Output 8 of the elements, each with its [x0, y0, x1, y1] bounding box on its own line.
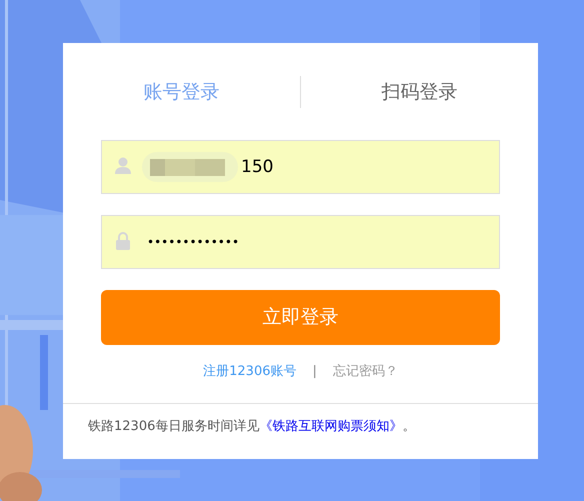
lock-icon: [115, 232, 131, 250]
user-icon: [115, 157, 131, 175]
service-notice: 铁路12306每日服务时间详见《铁路互联网购票须知》。: [88, 418, 416, 436]
login-tab[interactable]: 扫码登录: [301, 78, 538, 106]
notice-link[interactable]: 《铁路互联网购票须知》: [259, 418, 402, 434]
link-separator: |: [312, 363, 317, 381]
password-field[interactable]: •••••••••••••: [101, 215, 500, 269]
register-link[interactable]: 注册12306账号: [203, 362, 296, 382]
